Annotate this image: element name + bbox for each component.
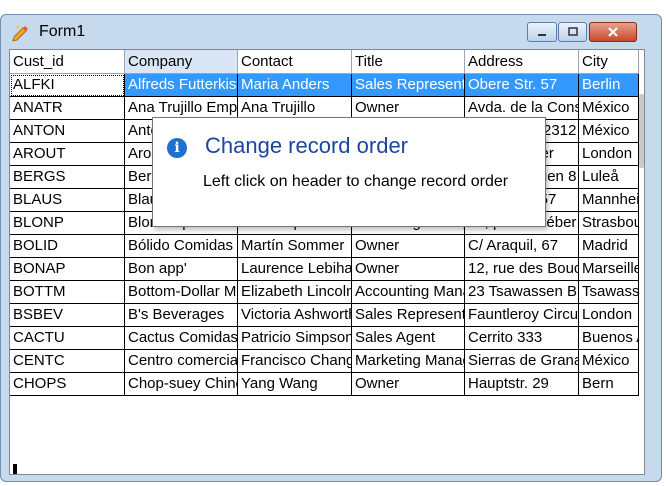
info-icon: i	[167, 138, 187, 158]
table-cell[interactable]: BLONP	[10, 212, 125, 235]
close-button[interactable]	[589, 22, 637, 42]
header-cust-id[interactable]: Cust_id	[10, 50, 125, 74]
table-cell[interactable]: Marketing Manager	[352, 350, 465, 373]
table-cell[interactable]: Yang Wang	[238, 373, 352, 396]
table-cell[interactable]: Cerrito 333	[465, 327, 579, 350]
table-cell[interactable]: Mannheim	[579, 189, 639, 212]
main-window: Form1 Cust_id Company Contact Title Addr…	[0, 14, 662, 482]
table-cell[interactable]: Bern	[579, 373, 639, 396]
table-cell[interactable]: BSBEV	[10, 304, 125, 327]
table-cell[interactable]: Owner	[352, 258, 465, 281]
table-cell[interactable]: Centro comercial Moctezuma	[125, 350, 238, 373]
vertical-scrollbar-thumb[interactable]	[639, 94, 644, 168]
window-title: Form1	[39, 23, 86, 40]
table-cell[interactable]: Luleå	[579, 166, 639, 189]
header-city[interactable]: City	[579, 50, 639, 74]
header-contact[interactable]: Contact	[238, 50, 352, 74]
header-address[interactable]: Address	[465, 50, 579, 74]
table-cell[interactable]: ANTON	[10, 120, 125, 143]
table-cell[interactable]: Bottom-Dollar Markets	[125, 281, 238, 304]
tooltip: i Change record order Left click on head…	[152, 117, 546, 227]
table-cell[interactable]: 12, rue des Bouchers	[465, 258, 579, 281]
table-cell[interactable]: C/ Araquil, 67	[465, 235, 579, 258]
table-cell[interactable]: México	[579, 120, 639, 143]
header-company[interactable]: Company	[125, 50, 238, 74]
close-icon	[608, 27, 618, 37]
table-cell[interactable]: Owner	[352, 235, 465, 258]
grid-area: Cust_id Company Contact Title Address Ci…	[9, 49, 645, 475]
table-cell[interactable]: Berlin	[579, 74, 639, 97]
table-cell[interactable]: B's Beverages	[125, 304, 238, 327]
table-cell[interactable]: Madrid	[579, 235, 639, 258]
table-cell[interactable]: BLAUS	[10, 189, 125, 212]
table-cell[interactable]: ANATR	[10, 97, 125, 120]
table-cell[interactable]: London	[579, 304, 639, 327]
maximize-icon	[567, 27, 578, 36]
table-cell[interactable]: Maria Anders	[238, 74, 352, 97]
table-cell[interactable]: Tsawassen	[579, 281, 639, 304]
horizontal-scrollbar-marker	[13, 464, 17, 474]
table-cell[interactable]: Chop-suey Chinese	[125, 373, 238, 396]
table-cell[interactable]: Patricio Simpson	[238, 327, 352, 350]
table-cell[interactable]: Strasbourg	[579, 212, 639, 235]
header-title[interactable]: Title	[352, 50, 465, 74]
table-cell[interactable]: BOLID	[10, 235, 125, 258]
table-cell[interactable]: BOTTM	[10, 281, 125, 304]
table-cell[interactable]: Francisco Chang	[238, 350, 352, 373]
table-cell[interactable]: Elizabeth Lincoln	[238, 281, 352, 304]
table-cell[interactable]: ALFKI	[10, 74, 125, 97]
table-cell[interactable]: Bólido Comidas preparadas	[125, 235, 238, 258]
table-cell[interactable]: Sierras de Granada 9993	[465, 350, 579, 373]
table-cell[interactable]: Alfreds Futterkiste	[125, 74, 238, 97]
tooltip-title: Change record order	[205, 133, 409, 158]
table-cell[interactable]: Sales Agent	[352, 327, 465, 350]
table-cell[interactable]: Laurence Lebihan	[238, 258, 352, 281]
table-cell[interactable]: Hauptstr. 29	[465, 373, 579, 396]
table-cell[interactable]: London	[579, 143, 639, 166]
table-cell[interactable]: Fauntleroy Circus	[465, 304, 579, 327]
minimize-button[interactable]	[527, 22, 557, 42]
table-cell[interactable]: México	[579, 350, 639, 373]
minimize-icon	[538, 34, 546, 36]
tooltip-body: Left click on header to change record or…	[203, 173, 509, 190]
table-cell[interactable]: CENTC	[10, 350, 125, 373]
table-cell[interactable]: Owner	[352, 373, 465, 396]
table-cell[interactable]: Victoria Ashworth	[238, 304, 352, 327]
pencil-flame-icon	[12, 25, 28, 42]
table-cell[interactable]: Buenos Aires	[579, 327, 639, 350]
maximize-button[interactable]	[558, 22, 587, 42]
table-cell[interactable]: Accounting Manager	[352, 281, 465, 304]
table-cell[interactable]: AROUT	[10, 143, 125, 166]
title-bar[interactable]: Form1	[1, 15, 661, 49]
table-cell[interactable]: Sales Representative	[352, 74, 465, 97]
table-cell[interactable]: Martín Sommer	[238, 235, 352, 258]
table-cell[interactable]: BERGS	[10, 166, 125, 189]
table-cell[interactable]: CHOPS	[10, 373, 125, 396]
table-cell[interactable]: México	[579, 97, 639, 120]
table-cell[interactable]: Marseille	[579, 258, 639, 281]
table-cell[interactable]: Sales Representative	[352, 304, 465, 327]
table-cell[interactable]: Obere Str. 57	[465, 74, 579, 97]
table-cell[interactable]: 23 Tsawassen Blvd.	[465, 281, 579, 304]
table-cell[interactable]: CACTU	[10, 327, 125, 350]
table-cell[interactable]: Bon app'	[125, 258, 238, 281]
table-cell[interactable]: BONAP	[10, 258, 125, 281]
table-cell[interactable]: Cactus Comidas para llevar	[125, 327, 238, 350]
